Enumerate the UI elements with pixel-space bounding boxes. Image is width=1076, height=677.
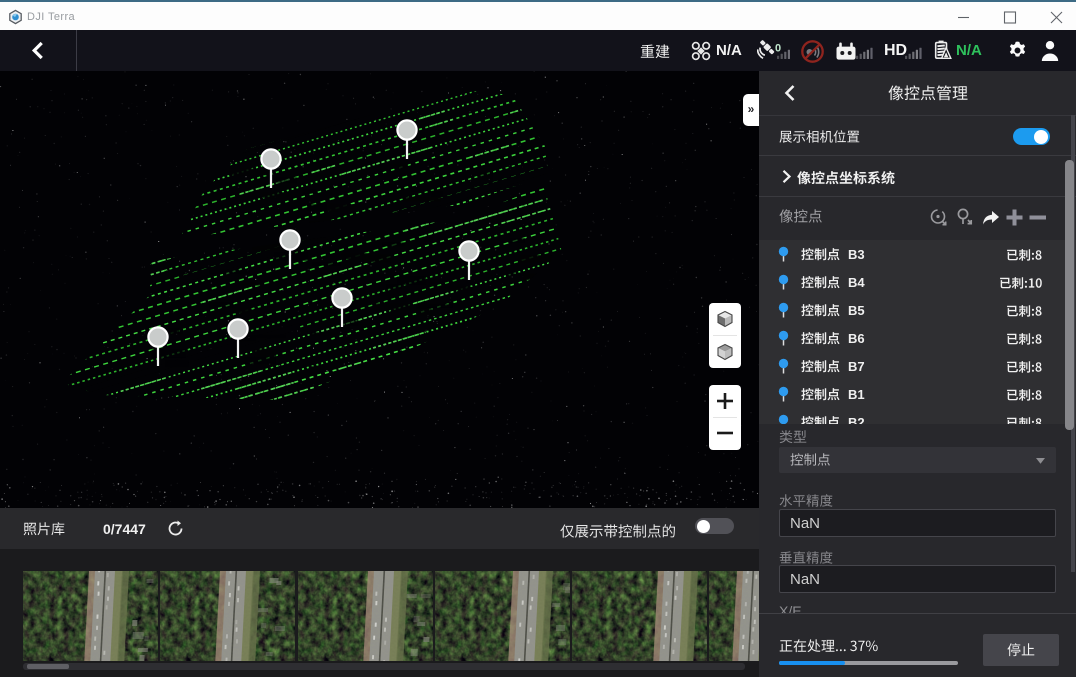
svg-text:0: 0 [775,43,781,55]
